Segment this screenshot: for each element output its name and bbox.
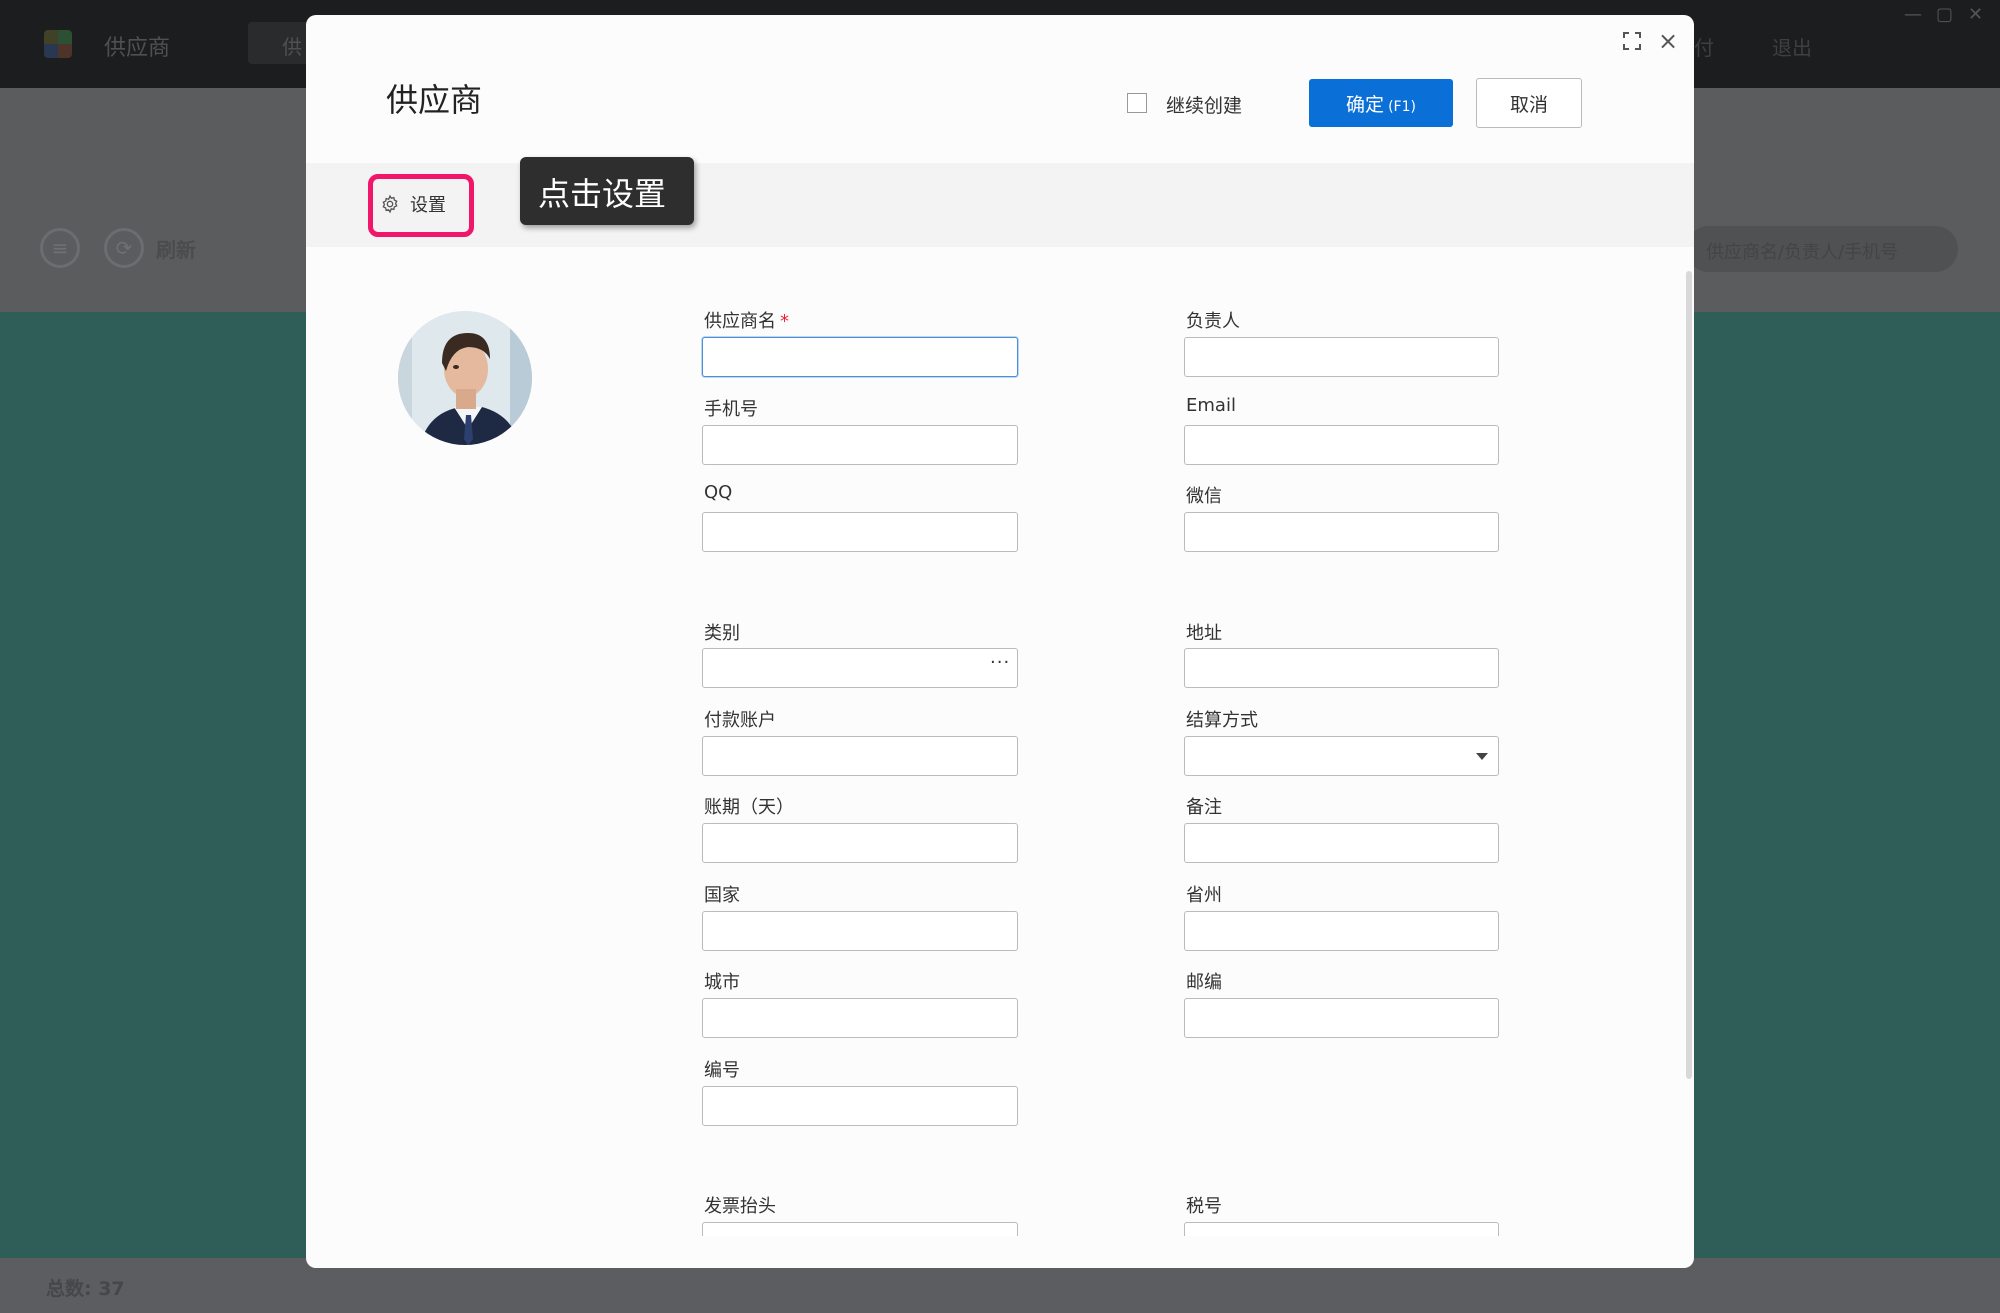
app-title: 供应商 [104, 36, 171, 61]
supplier-name-text: 供应商名 [704, 311, 776, 332]
code-label: 编号 [704, 1060, 740, 1081]
province-input[interactable] [1184, 911, 1499, 951]
required-mark: * [780, 311, 789, 332]
settings-label: 设置 [410, 195, 446, 216]
payment-account-label: 付款账户 [704, 710, 776, 731]
postcode-label: 邮编 [1186, 972, 1222, 993]
phone-input[interactable] [702, 425, 1018, 465]
category-input[interactable] [702, 648, 1018, 688]
window-close-icon[interactable]: ✕ [1968, 4, 1983, 25]
more-options-icon[interactable]: ··· [990, 652, 1010, 673]
close-icon[interactable]: × [1656, 29, 1680, 53]
manager-label: 负责人 [1186, 311, 1240, 332]
province-label: 省州 [1186, 885, 1222, 906]
fullscreen-icon[interactable] [1620, 29, 1644, 53]
country-label: 国家 [704, 885, 740, 906]
app-logo [44, 30, 72, 58]
payment-account-input[interactable] [702, 736, 1018, 776]
remark-input[interactable] [1184, 823, 1499, 863]
gear-icon [382, 194, 398, 214]
qq-label: QQ [704, 482, 733, 503]
avatar-person-image [398, 311, 532, 445]
confirm-shortcut: (F1) [1388, 98, 1416, 115]
invoice-title-label: 发票抬头 [704, 1196, 776, 1217]
manager-input[interactable] [1184, 337, 1499, 377]
credit-days-input[interactable] [702, 823, 1018, 863]
continue-create-checkbox[interactable] [1127, 93, 1147, 113]
app-menu-item[interactable]: 付 [1694, 32, 1714, 61]
email-label: Email [1186, 395, 1236, 416]
cancel-button[interactable]: 取消 [1476, 78, 1582, 128]
search-input[interactable]: 供应商名/负责人/手机号 [1686, 226, 1958, 272]
address-label: 地址 [1186, 623, 1222, 644]
city-input[interactable] [702, 998, 1018, 1038]
continue-create-label[interactable]: 继续创建 [1166, 91, 1242, 118]
menu-list-icon[interactable]: ≡ [40, 228, 80, 268]
tax-id-input[interactable] [1184, 1222, 1499, 1236]
app-menu-logout[interactable]: 退出 [1772, 32, 1812, 61]
confirm-button[interactable]: 确定 (F1) [1309, 79, 1453, 127]
settings-button[interactable]: 设置 [380, 191, 446, 217]
city-label: 城市 [704, 972, 740, 993]
wechat-input[interactable] [1184, 512, 1499, 552]
country-input[interactable] [702, 911, 1018, 951]
supplier-dialog: 供应商 × 继续创建 确定 (F1) 取消 设置 点击设置 供应商名 * 手机号… [306, 15, 1694, 1268]
refresh-icon[interactable]: ⟳ [104, 228, 144, 268]
settlement-label: 结算方式 [1186, 710, 1258, 731]
dialog-scrollbar[interactable] [1686, 271, 1692, 1079]
code-input[interactable] [702, 1086, 1018, 1126]
click-settings-tooltip: 点击设置 [520, 157, 694, 225]
maximize-icon[interactable]: ▢ [1936, 4, 1953, 25]
dialog-title: 供应商 [386, 81, 483, 119]
remark-label: 备注 [1186, 797, 1222, 818]
footer-total-count: 总数: 37 [46, 1278, 125, 1300]
supplier-avatar[interactable] [398, 311, 532, 445]
refresh-button-label[interactable]: 刷新 [156, 234, 196, 263]
chevron-down-icon[interactable] [1476, 753, 1488, 760]
settings-bar [306, 163, 1694, 247]
minimize-icon[interactable]: — [1904, 4, 1922, 25]
settlement-select[interactable] [1184, 736, 1499, 776]
phone-label: 手机号 [704, 399, 758, 420]
tax-id-label: 税号 [1186, 1196, 1222, 1217]
wechat-label: 微信 [1186, 486, 1222, 507]
qq-input[interactable] [702, 512, 1018, 552]
supplier-name-input[interactable] [702, 337, 1018, 377]
confirm-label: 确定 [1346, 93, 1385, 116]
category-label: 类别 [704, 623, 740, 644]
address-input[interactable] [1184, 648, 1499, 688]
supplier-name-label: 供应商名 * [704, 307, 789, 333]
invoice-title-input[interactable] [702, 1222, 1018, 1236]
email-input[interactable] [1184, 425, 1499, 465]
postcode-input[interactable] [1184, 998, 1499, 1038]
credit-days-label: 账期（天） [704, 797, 794, 818]
